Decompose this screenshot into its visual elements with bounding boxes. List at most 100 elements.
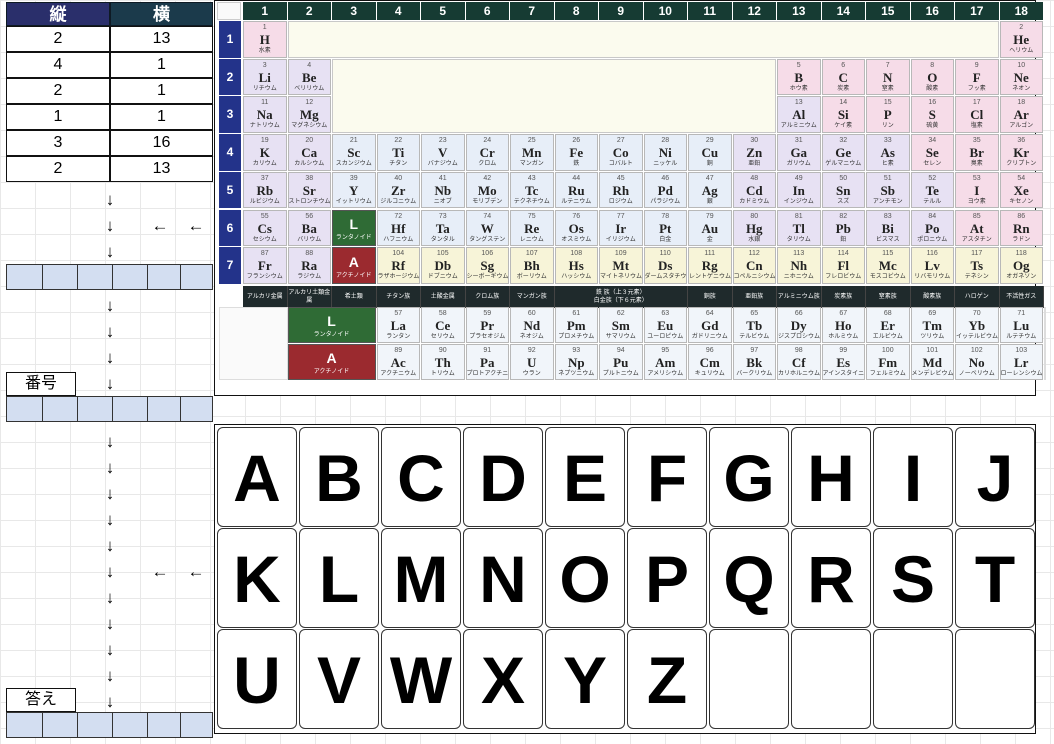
element-cell[interactable]: 108 Hs ハッシウム [554, 247, 598, 284]
element-cell[interactable]: 81 Tl タリウム [777, 209, 821, 247]
actinoid-cell[interactable]: A アクチノイド [332, 247, 376, 284]
element-cell[interactable]: 93 Np ネプツニウム [554, 344, 598, 380]
letter-card-r[interactable]: R [791, 528, 871, 628]
element-cell[interactable]: 4 Be ベリリウム [287, 58, 331, 96]
element-cell[interactable]: 49 In インジウム [777, 171, 821, 209]
element-cell[interactable]: 24 Cr クロム [465, 134, 509, 171]
element-cell[interactable]: 45 Rh ロジウム [599, 171, 643, 209]
element-cell[interactable]: 116 Lv リバモリウム [910, 247, 954, 284]
element-cell[interactable]: 19 K カリウム [243, 134, 287, 171]
element-cell[interactable]: 112 Cn コペルニシウム [732, 247, 776, 284]
element-cell[interactable]: 36 Kr クリプトン [999, 134, 1043, 171]
element-cell[interactable]: 6 C 炭素 [821, 58, 865, 96]
element-cell[interactable]: 44 Ru ルテニウム [554, 171, 598, 209]
element-cell[interactable]: 113 Nh ニホニウム [777, 247, 821, 284]
element-cell[interactable]: 12 Mg マグネシウム [287, 96, 331, 134]
element-cell[interactable]: 46 Pd パラジウム [643, 171, 687, 209]
element-cell[interactable]: 102 No ノーベリウム [955, 344, 999, 380]
element-cell[interactable]: 21 Sc スカンジウム [332, 134, 376, 171]
element-cell[interactable]: 69 Tm ツリウム [910, 307, 954, 343]
element-cell[interactable]: 73 Ta タンタル [421, 209, 465, 247]
element-cell[interactable]: 42 Mo モリブデン [465, 171, 509, 209]
element-cell[interactable]: 66 Dy ジスプロシウム [777, 307, 821, 343]
element-cell[interactable]: 55 Cs セシウム [243, 209, 287, 247]
element-cell[interactable]: 35 Br 臭素 [955, 134, 999, 171]
element-cell[interactable]: 82 Pb 鉛 [821, 209, 865, 247]
letter-card-f[interactable]: F [627, 427, 707, 527]
element-cell[interactable]: 62 Sm サマリウム [599, 307, 643, 343]
letter-card-i[interactable]: I [873, 427, 953, 527]
element-cell[interactable]: 18 Ar アルゴン [999, 96, 1043, 134]
coord-tate-cell[interactable]: 4 [6, 52, 110, 78]
element-cell[interactable]: 109 Mt マイトネリウム [599, 247, 643, 284]
element-cell[interactable]: 60 Nd ネオジム [510, 307, 554, 343]
element-cell[interactable]: 101 Md メンデレビウム [910, 344, 954, 380]
element-cell[interactable]: 47 Ag 銀 [688, 171, 732, 209]
element-cell[interactable]: 22 Ti チタン [376, 134, 420, 171]
element-cell[interactable]: 75 Re レニウム [510, 209, 554, 247]
element-cell[interactable]: 105 Db ドブニウム [421, 247, 465, 284]
element-cell[interactable]: 20 Ca カルシウム [287, 134, 331, 171]
letter-card-p[interactable]: P [627, 528, 707, 628]
element-cell[interactable]: 88 Ra ラジウム [287, 247, 331, 284]
element-cell[interactable]: 86 Rn ラドン [999, 209, 1043, 247]
element-cell[interactable]: 65 Tb テルビウム [732, 307, 776, 343]
element-cell[interactable]: 80 Hg 水銀 [732, 209, 776, 247]
letter-card-u[interactable]: U [217, 629, 297, 729]
element-cell[interactable]: 23 V バナジウム [421, 134, 465, 171]
element-cell[interactable]: 64 Gd ガドリニウム [688, 307, 732, 343]
letter-card-x[interactable]: X [463, 629, 543, 729]
element-cell[interactable]: 110Dsダームスタチウム [643, 247, 687, 284]
coord-tate-cell[interactable]: 2 [6, 26, 110, 52]
element-cell[interactable]: 25 Mn マンガン [510, 134, 554, 171]
element-cell[interactable]: 37 Rb ルビジウム [243, 171, 287, 209]
element-cell[interactable]: 10 Ne ネオン [999, 58, 1043, 96]
element-cell[interactable]: 118 Og オガネソン [999, 247, 1043, 284]
element-cell[interactable]: 3 Li リチウム [243, 58, 287, 96]
element-cell[interactable]: 91Paプロトアクチニウム [465, 344, 509, 380]
element-cell[interactable]: 76 Os オスミウム [554, 209, 598, 247]
element-cell[interactable]: 78 Pt 白金 [643, 209, 687, 247]
element-cell[interactable]: 106 Sg シーボーギウム [465, 247, 509, 284]
element-cell[interactable]: 70 Yb イッテルビウム [955, 307, 999, 343]
letter-card-w[interactable]: W [381, 629, 461, 729]
element-cell[interactable]: 7 N 窒素 [866, 58, 910, 96]
element-cell[interactable]: 50 Sn スズ [821, 171, 865, 209]
element-cell[interactable]: 11 Na ナトリウム [243, 96, 287, 134]
element-cell[interactable]: 63 Eu ユーロピウム [643, 307, 687, 343]
element-cell[interactable]: 17 Cl 塩素 [955, 96, 999, 134]
letter-card-d[interactable]: D [463, 427, 543, 527]
element-cell[interactable]: 104 Rf ラザホージウム [376, 247, 420, 284]
element-cell[interactable]: 94 Pu プルトニウム [599, 344, 643, 380]
element-cell[interactable]: 51 Sb アンチモン [866, 171, 910, 209]
letter-card-q[interactable]: Q [709, 528, 789, 628]
element-cell[interactable]: 9 F フッ素 [955, 58, 999, 96]
element-cell[interactable]: 87 Fr フランシウム [243, 247, 287, 284]
element-cell[interactable]: 85 At アスタチン [955, 209, 999, 247]
element-cell[interactable]: 30 Zn 亜鉛 [732, 134, 776, 171]
letter-card-y[interactable]: Y [545, 629, 625, 729]
element-cell[interactable]: 111 Rg レントゲニウム [688, 247, 732, 284]
element-cell[interactable]: 28 Ni ニッケル [643, 134, 687, 171]
coord-yoko-cell[interactable]: 13 [110, 156, 213, 182]
element-cell[interactable]: 43 Tc テクネチウム [510, 171, 554, 209]
element-cell[interactable]: 117 Ts テネシン [955, 247, 999, 284]
element-cell[interactable]: 53 I ヨウ素 [955, 171, 999, 209]
element-cell[interactable]: 40 Zr ジルコニウム [376, 171, 420, 209]
coord-yoko-cell[interactable]: 1 [110, 52, 213, 78]
element-cell[interactable]: 8 O 酸素 [910, 58, 954, 96]
coord-tate-cell[interactable]: 1 [6, 104, 110, 130]
element-cell[interactable]: 15 P リン [866, 96, 910, 134]
letter-card-j[interactable]: J [955, 427, 1035, 527]
letter-card-l[interactable]: L [299, 528, 379, 628]
element-cell[interactable]: 26 Fe 鉄 [554, 134, 598, 171]
element-cell[interactable]: 48 Cd カドミウム [732, 171, 776, 209]
element-cell[interactable]: 92 U ウラン [510, 344, 554, 380]
element-cell[interactable]: 39 Y イットリウム [332, 171, 376, 209]
element-cell[interactable]: 115 Mc モスコビウム [866, 247, 910, 284]
blank-card[interactable] [709, 629, 789, 729]
letter-card-a[interactable]: A [217, 427, 297, 527]
element-cell[interactable]: 54 Xe キセノン [999, 171, 1043, 209]
element-cell[interactable]: 74 W タングステン [465, 209, 509, 247]
element-cell[interactable]: 83 Bi ビスマス [866, 209, 910, 247]
